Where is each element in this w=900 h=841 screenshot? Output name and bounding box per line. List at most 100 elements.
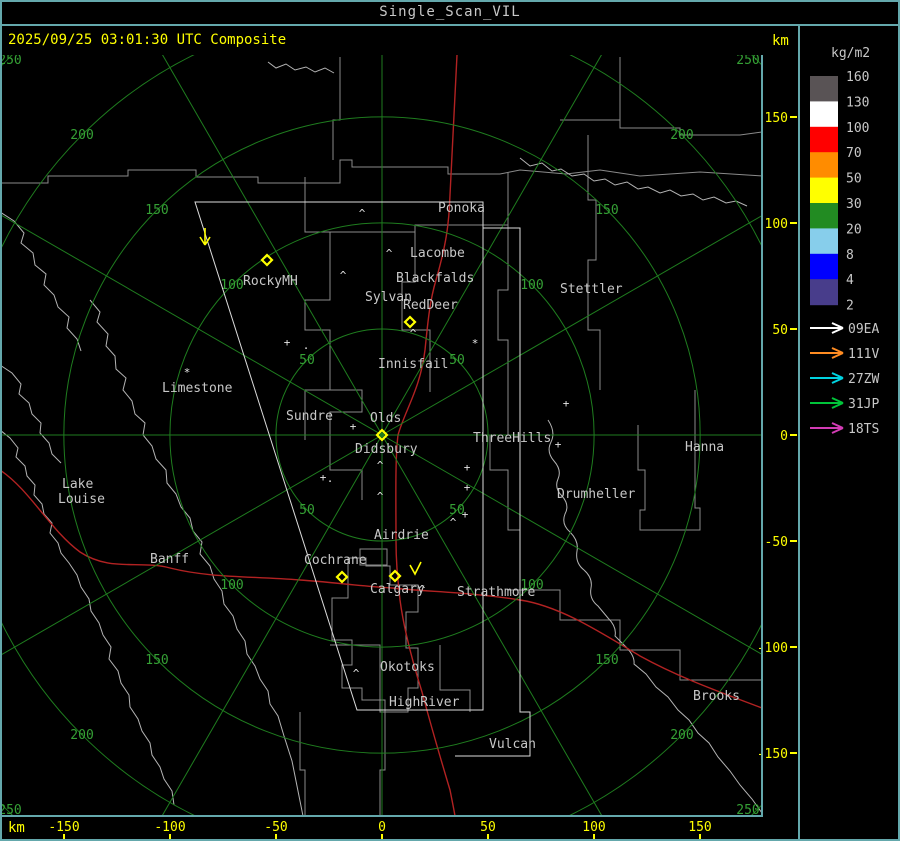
- right-axis-tick-label: 150: [765, 111, 788, 126]
- colorbar-value: 130: [846, 95, 869, 110]
- storm-track-id: 09EA: [848, 322, 879, 337]
- right-axis-tick-label: 100: [765, 217, 788, 232]
- spot-marker: +: [464, 481, 471, 494]
- county-boundary: [1, 159, 761, 184]
- bottom-axis-tick-label: 150: [688, 820, 711, 835]
- right-axis-unit-label: km: [772, 33, 789, 49]
- range-ring-label: 200: [70, 128, 93, 143]
- place-label: Louise: [58, 492, 105, 507]
- place-label: Sundre: [286, 409, 333, 424]
- colorbar-value: 20: [846, 222, 862, 237]
- colorbar-value: 100: [846, 121, 869, 136]
- spot-marker: +: [555, 438, 562, 451]
- radar-scene[interactable]: 50 5050 50100 100100 100150 150150 150200 20020…: [0, 0, 900, 841]
- bottom-axis-tick-label: 0: [378, 820, 386, 835]
- right-axis-tick-label: -50: [765, 535, 788, 550]
- place-label: Lake: [62, 477, 93, 492]
- spot-marker: ^: [386, 247, 393, 260]
- colorbar-value: 70: [846, 146, 862, 161]
- place-label: Okotoks: [380, 660, 435, 675]
- storm-motion-check: [409, 561, 422, 576]
- colorbar-value: 8: [846, 248, 854, 263]
- right-axis-tick-label: 50: [772, 323, 788, 338]
- range-ring-label: 100: [520, 278, 543, 293]
- spot-marker: ^: [340, 269, 347, 282]
- range-ring-label: 200: [670, 128, 693, 143]
- range-ring-label: 150: [145, 203, 168, 218]
- bottom-axis-tick-label: -50: [264, 820, 287, 835]
- bottom-axis-tick-label: -100: [154, 820, 185, 835]
- range-ring-label: 250: [736, 53, 759, 68]
- range-ring-label: 50: [299, 503, 315, 518]
- spot-marker: *: [472, 337, 479, 350]
- spot-marker: +: [464, 461, 471, 474]
- azimuth-radial-line: [381, 434, 602, 815]
- bottom-axis-tick-label: 100: [582, 820, 605, 835]
- terrain-boundary: [1, 430, 104, 636]
- place-label: Innisfail: [378, 357, 448, 372]
- colorbar-value: 30: [846, 197, 862, 212]
- colorbar-value: 2: [846, 299, 854, 314]
- spot-marker: +: [350, 420, 357, 433]
- range-ring-label: 200: [70, 728, 93, 743]
- spot-marker: +: [462, 508, 469, 521]
- terrain-boundary: [1, 212, 82, 352]
- colorbar-swatch: [810, 279, 838, 306]
- storm-cell-marker: [403, 315, 417, 329]
- place-label: Brooks: [693, 689, 740, 704]
- colorbar-swatch: [810, 76, 838, 102]
- place-label: Lacombe: [410, 246, 465, 261]
- range-ring-label: 150: [595, 203, 618, 218]
- place-label: Hanna: [685, 440, 724, 455]
- bottom-axis-tick-label: -150: [48, 820, 79, 835]
- spot-marker: +: [563, 397, 570, 410]
- colorbar-value: 160: [846, 70, 869, 85]
- storm-track-id: 18TS: [848, 422, 879, 437]
- place-label: Cochrane: [304, 553, 367, 568]
- bottom-axis-tick-label: 50: [480, 820, 496, 835]
- radar-map-plot[interactable]: 50 5050 50100 100100 100150 150150 150200 20020…: [0, 0, 900, 841]
- spot-marker: ^: [410, 327, 417, 340]
- spot-marker: .: [303, 339, 310, 352]
- place-label: Banff: [150, 552, 189, 567]
- spot-marker: ^: [450, 516, 457, 529]
- county-boundary: [332, 57, 341, 160]
- spot-marker: ^: [359, 207, 366, 220]
- county-boundary: [560, 119, 761, 136]
- colorbar-swatch: [810, 126, 838, 153]
- county-boundary: [508, 589, 761, 681]
- range-ring-label: 50: [449, 353, 465, 368]
- place-label: RockyMH: [243, 274, 298, 289]
- place-label: Calgary: [370, 582, 425, 597]
- title-bar: Single_Scan_VIL: [0, 0, 900, 24]
- place-label: Limestone: [162, 381, 233, 396]
- scan-timestamp: 2025/09/25 03:01:30 UTC Composite: [8, 32, 287, 48]
- colorbar-unit-label: kg/m2: [831, 46, 871, 61]
- colorbar-value: 50: [846, 172, 862, 187]
- storm-cell-marker: [260, 253, 274, 267]
- place-label: Blackfalds: [396, 271, 474, 286]
- range-ring-label: 200: [670, 728, 693, 743]
- legend-panel-divider: [798, 25, 800, 841]
- terrain-boundary: [89, 299, 304, 815]
- county-boundary: [299, 712, 306, 815]
- right-axis-tick-label: 0: [780, 429, 788, 444]
- place-label: Strathmore: [457, 585, 535, 600]
- place-label: Drumheller: [557, 487, 635, 502]
- colorbar-swatch: [810, 152, 838, 179]
- place-label: RedDeer: [403, 298, 458, 313]
- legend-layer: 160 130 100 70 50 30 20 8 4 2 09EA 111V 27ZW 31JP 18TS: [810, 70, 879, 437]
- place-label: Didsbury: [355, 442, 418, 457]
- storm-track-id: 111V: [848, 347, 879, 362]
- place-label: Olds: [370, 411, 401, 426]
- bottom-axis-unit-label: km: [8, 820, 25, 836]
- colorbar-swatch: [810, 203, 838, 229]
- storm-track-id: 27ZW: [848, 372, 879, 387]
- spot-marker: ^: [377, 459, 384, 472]
- county-boundary: [489, 172, 521, 590]
- storm-track-id: 31JP: [848, 397, 879, 412]
- place-label: ThreeHills: [473, 431, 551, 446]
- terrain-boundary: [267, 61, 335, 74]
- place-label: Vulcan: [489, 737, 536, 752]
- county-boundary: [587, 135, 601, 390]
